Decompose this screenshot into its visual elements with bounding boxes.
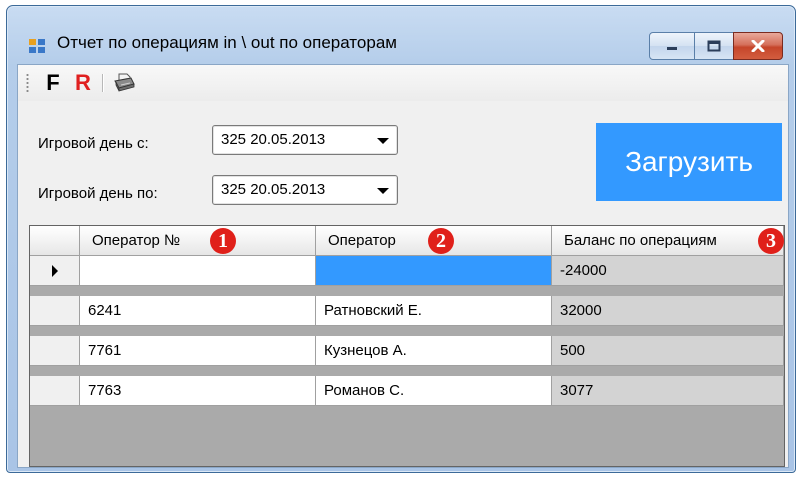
cell-operator[interactable]: Кузнецов А. (316, 336, 552, 366)
date-from-value: 325 20.05.2013 (221, 131, 326, 148)
client-area: F R Игровой день с: 325 20.05.2013 Игров… (17, 64, 789, 468)
row-header[interactable] (30, 296, 80, 326)
date-to-select[interactable]: 325 20.05.2013 (212, 175, 398, 205)
maximize-button[interactable] (694, 32, 734, 60)
date-to-label: Игровой день по: (38, 185, 158, 202)
f-button[interactable]: F (40, 69, 66, 97)
row-header[interactable] (30, 376, 80, 406)
date-from-label: Игровой день с: (38, 135, 149, 152)
minimize-icon (667, 47, 677, 50)
cell-balance[interactable]: -24000 (552, 256, 784, 286)
cell-operator[interactable]: Романов С. (316, 376, 552, 406)
annotation-badge-1: 1 (210, 228, 236, 254)
cell-operator-number[interactable]: 7761 (80, 336, 316, 366)
window-title: Отчет по операциям in \ out по оператора… (57, 33, 397, 52)
current-row-arrow-icon (51, 264, 58, 277)
annotation-badge-3: 3 (758, 228, 784, 254)
table-row[interactable]: 6241 Ратновский Е. 32000 (30, 296, 784, 326)
maximize-icon (707, 40, 721, 52)
cell-balance[interactable]: 32000 (552, 296, 784, 326)
window-controls (649, 32, 783, 60)
cell-operator-number[interactable] (80, 256, 316, 286)
load-button[interactable]: Загрузить (596, 123, 782, 201)
grid-corner[interactable] (30, 226, 80, 256)
print-button[interactable] (110, 69, 138, 97)
row-header[interactable] (30, 256, 80, 286)
row-header[interactable] (30, 336, 80, 366)
cell-operator[interactable] (316, 256, 552, 286)
cell-operator-number[interactable]: 7763 (80, 376, 316, 406)
operators-grid[interactable]: Оператор № Оператор Баланс по операциям … (29, 225, 785, 467)
cell-balance[interactable]: 3077 (552, 376, 784, 406)
chevron-down-icon[interactable] (377, 188, 389, 194)
table-row[interactable]: 7763 Романов С. 3077 (30, 376, 784, 406)
app-icon[interactable] (29, 39, 45, 53)
cell-operator-number[interactable]: 6241 (80, 296, 316, 326)
report-window: Отчет по операциям in \ out по оператора… (6, 5, 796, 473)
table-row[interactable]: 7761 Кузнецов А. 500 (30, 336, 784, 366)
title-bar[interactable]: Отчет по операциям in \ out по оператора… (7, 6, 795, 62)
column-header-balance[interactable]: Баланс по операциям (552, 226, 784, 256)
minimize-button[interactable] (649, 32, 695, 60)
table-row[interactable]: -24000 (30, 256, 784, 286)
close-icon (751, 40, 765, 52)
column-header-operator-number[interactable]: Оператор № (80, 226, 316, 256)
annotation-badge-2: 2 (428, 228, 454, 254)
date-from-select[interactable]: 325 20.05.2013 (212, 125, 398, 155)
toolbar-grip[interactable] (26, 73, 29, 93)
toolbar: F R (18, 65, 788, 101)
toolbar-separator (102, 74, 103, 92)
date-to-value: 325 20.05.2013 (221, 181, 326, 198)
grid-header-row: Оператор № Оператор Баланс по операциям (30, 226, 784, 256)
close-button[interactable] (733, 32, 783, 60)
printer-icon (114, 73, 135, 92)
cell-operator[interactable]: Ратновский Е. (316, 296, 552, 326)
r-button[interactable]: R (70, 69, 96, 97)
cell-balance[interactable]: 500 (552, 336, 784, 366)
chevron-down-icon[interactable] (377, 138, 389, 144)
